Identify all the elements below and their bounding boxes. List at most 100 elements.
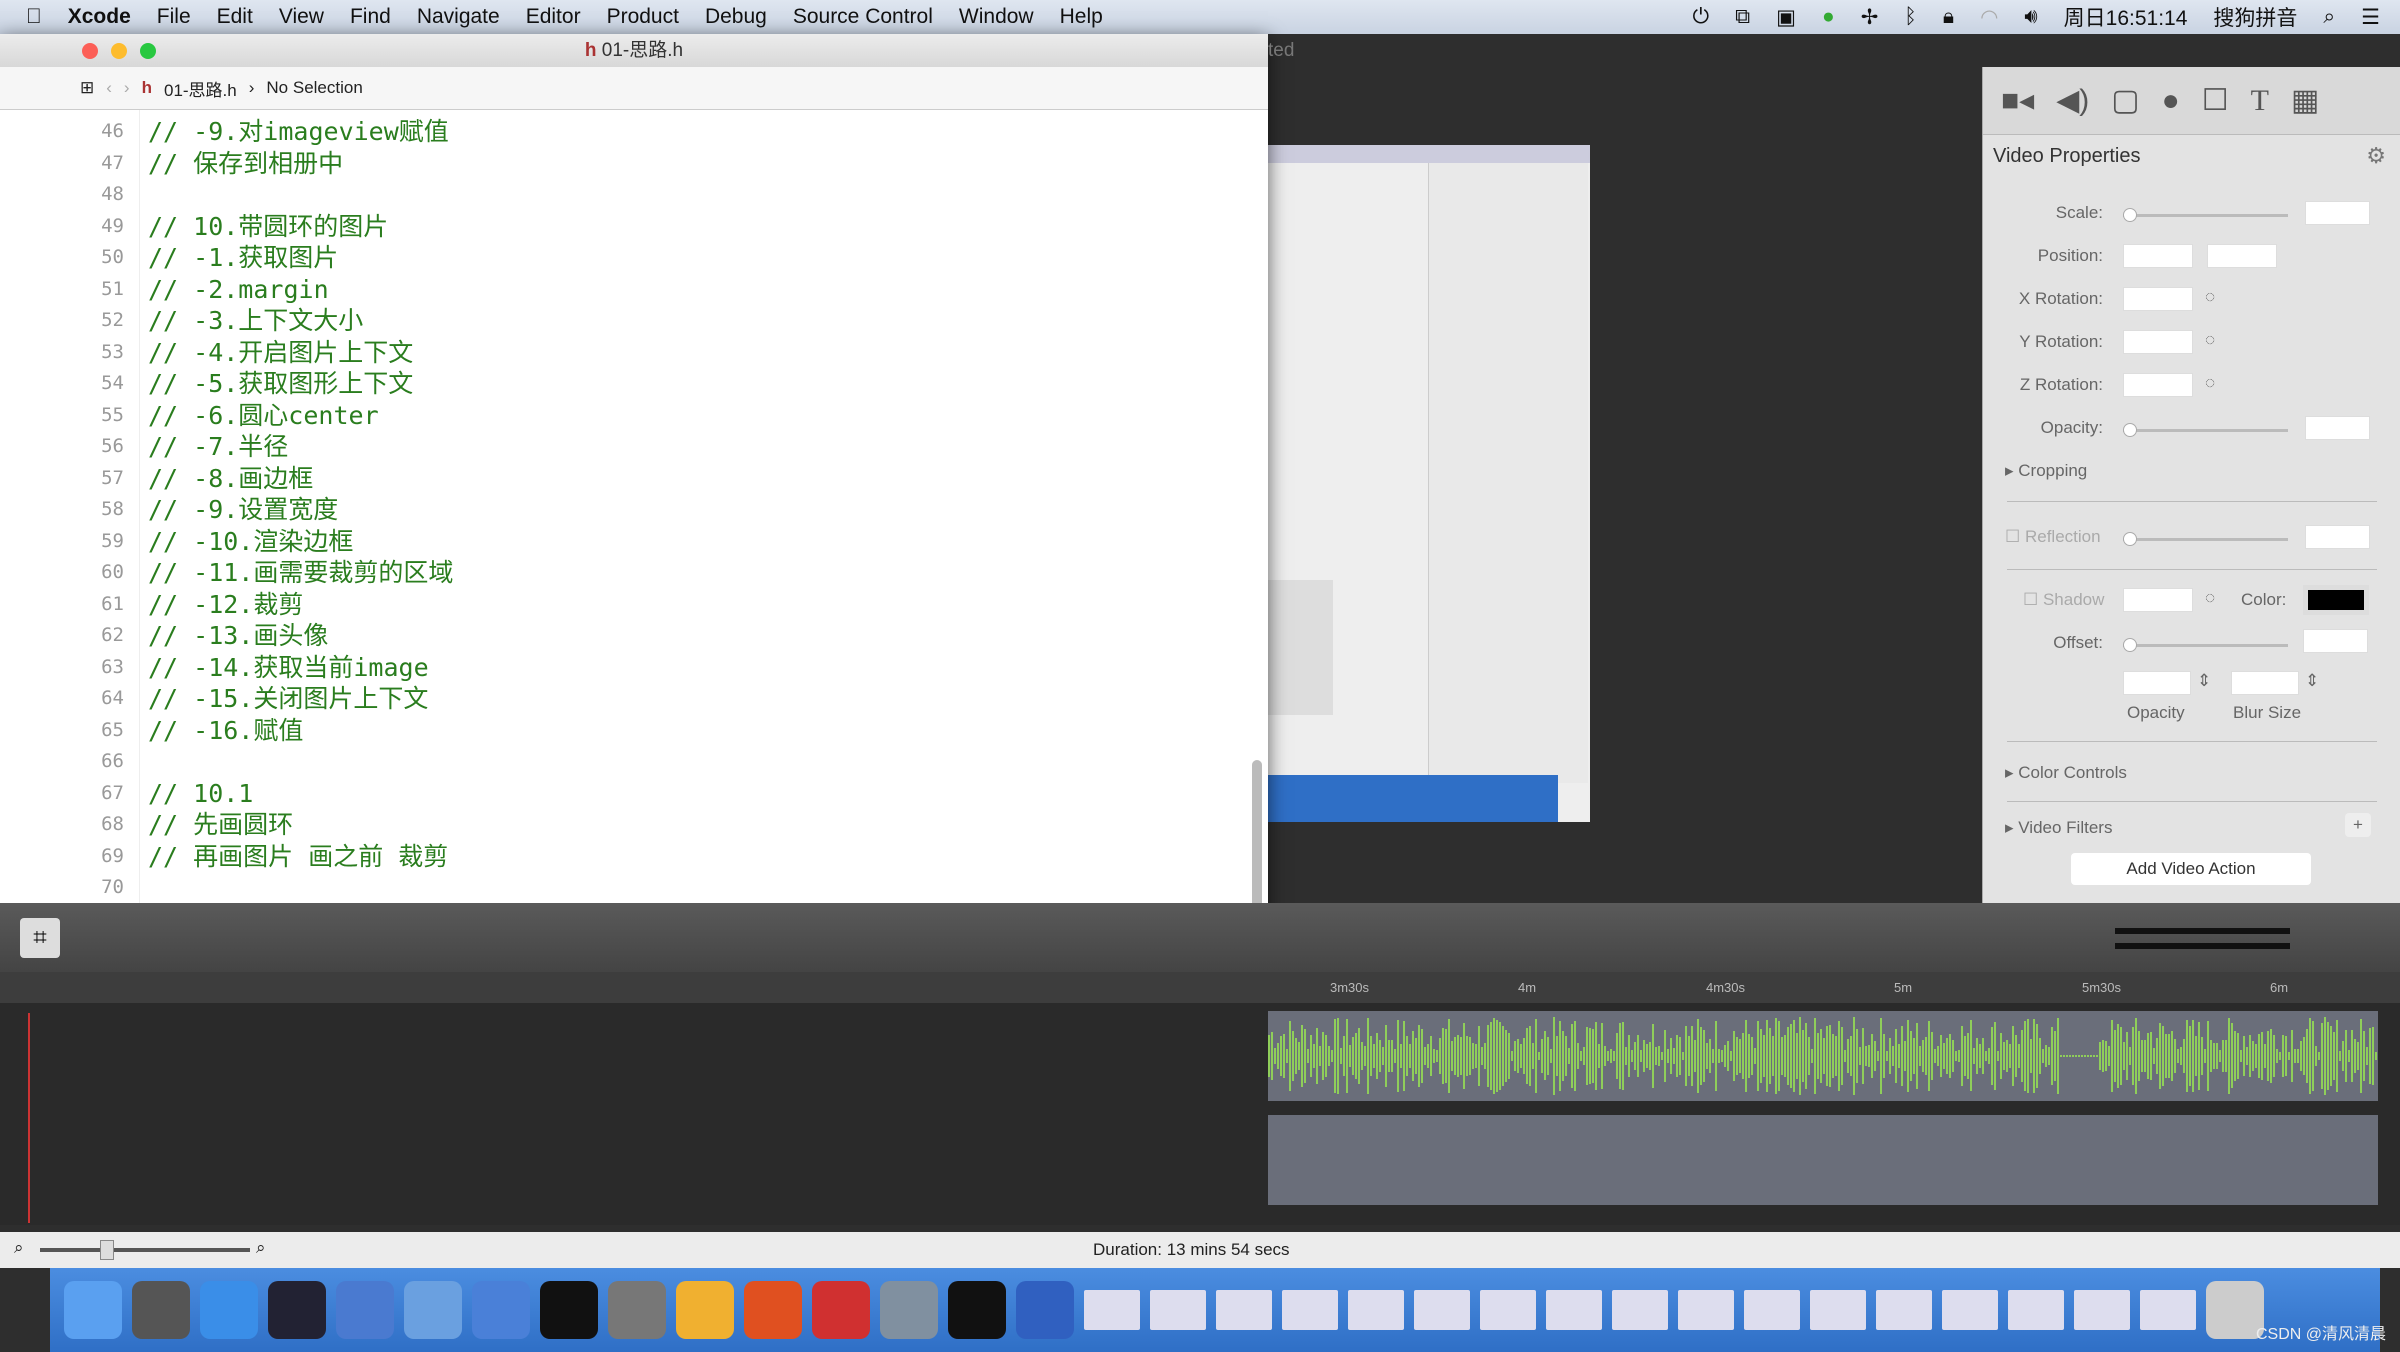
code-line[interactable]: 64 // -15.关闭图片上下文 — [0, 683, 1268, 715]
sketch-icon[interactable] — [676, 1281, 734, 1339]
code-line[interactable]: 60 // -11.画需要裁剪的区域 — [0, 557, 1268, 589]
menu-app[interactable]: Xcode — [68, 5, 131, 29]
menu-editor[interactable]: Editor — [526, 5, 581, 29]
playhead[interactable] — [28, 1013, 30, 1223]
menu-file[interactable]: File — [157, 5, 191, 29]
screens-icon[interactable]: ⧉ — [1735, 5, 1750, 29]
code-line[interactable]: 68 // 先画圆环 — [0, 809, 1268, 841]
code-line[interactable]: 67 // 10.1 — [0, 778, 1268, 810]
code-line[interactable]: 69 // 再画图片 画之前 裁剪 — [0, 841, 1268, 873]
y-rotation-field[interactable] — [2123, 330, 2193, 354]
reflection-field[interactable] — [2305, 525, 2370, 549]
opacity-field[interactable] — [2305, 416, 2370, 440]
clock[interactable]: 周日16:51:14 — [2064, 2, 2188, 32]
timeline-tracks[interactable] — [0, 1003, 2400, 1225]
back-button[interactable]: ‹ — [106, 78, 112, 98]
scale-field[interactable] — [2305, 201, 2370, 225]
code-line[interactable]: 56 // -7.半径 — [0, 431, 1268, 463]
safari-icon[interactable] — [200, 1281, 258, 1339]
z-rotation-field[interactable] — [2123, 373, 2193, 397]
zoom-out-icon[interactable]: ⌕ — [14, 1238, 24, 1258]
cropping-disclosure[interactable]: ▸ Cropping — [2005, 461, 2087, 481]
code-line[interactable]: 70 — [0, 872, 1268, 904]
minimized-window-thumbnail[interactable] — [1612, 1290, 1668, 1330]
timeline-ruler[interactable]: 3m30s 4m 4m30s 5m 5m30s 6m — [0, 972, 2400, 1003]
finder-icon[interactable] — [64, 1281, 122, 1339]
code-line[interactable]: 53 // -4.开启图片上下文 — [0, 337, 1268, 369]
xcode-icon[interactable] — [404, 1281, 462, 1339]
minimized-window-thumbnail[interactable] — [1480, 1290, 1536, 1330]
code-line[interactable]: 47 // 保存到相册中 — [0, 148, 1268, 180]
minimized-window-thumbnail[interactable] — [1942, 1290, 1998, 1330]
add-video-action-button[interactable]: Add Video Action — [2071, 853, 2311, 885]
minimized-window-thumbnail[interactable] — [1744, 1290, 1800, 1330]
reflection-checkbox[interactable]: ☐ Reflection — [2005, 527, 2101, 547]
code-line[interactable]: 62 // -13.画头像 — [0, 620, 1268, 652]
code-line[interactable]: 58 // -9.设置宽度 — [0, 494, 1268, 526]
zoom-in-icon[interactable]: ⌕ — [256, 1238, 266, 1258]
menu-product[interactable]: Product — [607, 5, 679, 29]
shadow-angle-field[interactable] — [2123, 588, 2193, 612]
menu-source-control[interactable]: Source Control — [793, 5, 933, 29]
launchpad-icon[interactable] — [132, 1281, 190, 1339]
code-line[interactable]: 59 // -10.渲染边框 — [0, 526, 1268, 558]
video-track[interactable] — [1268, 1115, 2378, 1205]
menu-edit[interactable]: Edit — [217, 5, 253, 29]
preview-icon[interactable] — [880, 1281, 938, 1339]
menu-debug[interactable]: Debug — [705, 5, 767, 29]
pages-icon[interactable] — [744, 1281, 802, 1339]
power-icon[interactable]: ⏻ — [1693, 5, 1710, 29]
record-icon[interactable]: ▣ — [1776, 5, 1796, 30]
parallels-icon[interactable] — [812, 1281, 870, 1339]
code-line[interactable]: 50 // -1.获取图片 — [0, 242, 1268, 274]
play-icon[interactable]: ● — [1822, 5, 1835, 29]
spotlight-icon[interactable]: ⌕ — [2323, 5, 2335, 29]
lock-icon[interactable]: 🔒︎ — [1943, 5, 1954, 29]
minimized-window-thumbnail[interactable] — [2008, 1290, 2064, 1330]
zoom-slider[interactable] — [40, 1240, 250, 1260]
menu-navigate[interactable]: Navigate — [417, 5, 500, 29]
system-preferences-icon[interactable] — [608, 1281, 666, 1339]
apple-menu-icon[interactable]:  — [26, 5, 42, 29]
forward-button[interactable]: › — [124, 78, 130, 98]
offset-slider[interactable] — [2123, 638, 2288, 652]
minimized-window-thumbnail[interactable] — [1084, 1290, 1140, 1330]
blur-size-field[interactable] — [2231, 671, 2299, 695]
shadow-opacity-stepper[interactable]: ⇕ — [2197, 671, 2211, 691]
imovie-icon[interactable] — [336, 1281, 394, 1339]
minimized-window-thumbnail[interactable] — [1546, 1290, 1602, 1330]
input-method[interactable]: 搜狗拼音 — [2213, 2, 2297, 32]
shadow-opacity-field[interactable] — [2123, 671, 2191, 695]
minimized-window-thumbnail[interactable] — [1216, 1290, 1272, 1330]
code-line[interactable]: 54 // -5.获取图形上下文 — [0, 368, 1268, 400]
code-line[interactable]: 49 // 10.带圆环的图片 — [0, 211, 1268, 243]
reflection-slider[interactable] — [2123, 532, 2288, 546]
opacity-slider[interactable] — [2123, 423, 2288, 437]
console-icon[interactable] — [948, 1281, 1006, 1339]
menu-find[interactable]: Find — [350, 5, 391, 29]
menu-help[interactable]: Help — [1060, 5, 1103, 29]
volume-icon[interactable]: 🔊︎ — [2024, 5, 2037, 29]
minimized-window-thumbnail[interactable] — [2074, 1290, 2130, 1330]
minimized-window-thumbnail[interactable] — [1810, 1290, 1866, 1330]
notification-icon[interactable]: ☰ — [2361, 5, 2380, 30]
audio-track[interactable] — [1268, 1011, 2378, 1101]
code-line[interactable]: 57 // -8.画边框 — [0, 463, 1268, 495]
x-rotation-field[interactable] — [2123, 287, 2193, 311]
x-rotation-dial-icon[interactable]: ◌ — [2205, 287, 2215, 307]
crop-icon[interactable]: ⌗ — [20, 918, 60, 958]
menu-window[interactable]: Window — [959, 5, 1034, 29]
offset-field[interactable] — [2303, 629, 2368, 653]
scale-slider[interactable] — [2123, 208, 2288, 222]
code-line[interactable]: 65 // -16.赋值 — [0, 715, 1268, 747]
shadow-checkbox[interactable]: ☐ Shadow — [2023, 590, 2104, 610]
jump-selection[interactable]: No Selection — [266, 78, 362, 98]
minimized-window-thumbnail[interactable] — [1348, 1290, 1404, 1330]
position-x-field[interactable] — [2123, 244, 2193, 268]
code-line[interactable]: 46 // -9.对imageview赋值 — [0, 116, 1268, 148]
jump-file[interactable]: 01-思路.h — [164, 76, 237, 101]
bluetooth-icon[interactable]: ᛒ — [1904, 5, 1917, 29]
video-filters-disclosure[interactable]: ▸ Video Filters — [2005, 818, 2112, 838]
grid-icon[interactable]: ⊞ — [80, 78, 94, 98]
minimized-window-thumbnail[interactable] — [1282, 1290, 1338, 1330]
